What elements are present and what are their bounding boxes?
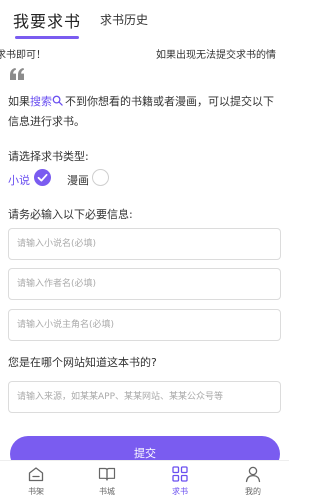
type-selector: 小说 漫画 <box>8 169 208 189</box>
quote-icon <box>10 68 24 80</box>
option-comic-label[interactable]: 漫画 <box>67 172 89 188</box>
search-link[interactable]: 搜索 <box>30 95 65 108</box>
tab-request-history[interactable]: 求书历史 <box>100 11 148 28</box>
source-input[interactable] <box>9 382 280 412</box>
bottom-nav: 书架 书城 求书 我的 <box>0 460 289 500</box>
book-open-icon <box>98 467 116 481</box>
protagonist-name-input[interactable] <box>9 310 280 340</box>
nav-item-bookstore[interactable]: 书城 <box>87 465 127 499</box>
novel-name-field <box>8 228 281 260</box>
notice-text-right: 如果出现无法提交求书的情 <box>156 50 276 61</box>
tab-request-book[interactable]: 我要求书 <box>13 8 81 39</box>
nav-item-request[interactable]: 求书 <box>160 465 200 499</box>
bookshelf-icon <box>28 467 44 482</box>
author-name-field <box>8 268 281 300</box>
top-tabs: 我要求书 求书历史 <box>0 0 289 39</box>
checkmark-icon <box>37 173 48 182</box>
type-label: 请选择求书类型: <box>8 150 89 163</box>
option-comic-radio[interactable] <box>92 169 109 186</box>
option-novel-radio[interactable] <box>34 169 51 186</box>
search-icon <box>52 95 63 106</box>
search-link-label: 搜索 <box>30 95 52 108</box>
protagonist-name-field <box>8 309 281 341</box>
source-field <box>8 381 281 413</box>
nav-label-request: 求书 <box>172 487 188 496</box>
nav-label-bookshelf: 书架 <box>28 487 44 496</box>
user-icon <box>245 466 261 483</box>
novel-name-input[interactable] <box>9 229 280 259</box>
notice-marquee: 求书即可！ 如果出现无法提交求书的情 <box>0 42 289 62</box>
required-info-label: 请务必输入以下必要信息: <box>8 208 133 221</box>
nav-item-profile[interactable]: 我的 <box>233 465 273 499</box>
intro-before: 如果 <box>8 95 30 108</box>
source-label: 您是在哪个网站知道这本书的? <box>8 356 157 369</box>
nav-label-bookstore: 书城 <box>99 487 115 496</box>
option-novel-label[interactable]: 小说 <box>8 172 30 188</box>
nav-item-bookshelf[interactable]: 书架 <box>16 465 56 499</box>
grid-apps-icon <box>172 466 188 482</box>
notice-text-left: 求书即可！ <box>0 50 46 61</box>
intro-text: 如果搜索 不到你想看的书籍或者漫画，可以提交以下信息进行求书。 <box>8 92 284 132</box>
author-name-input[interactable] <box>9 269 280 299</box>
nav-label-profile: 我的 <box>245 487 261 496</box>
